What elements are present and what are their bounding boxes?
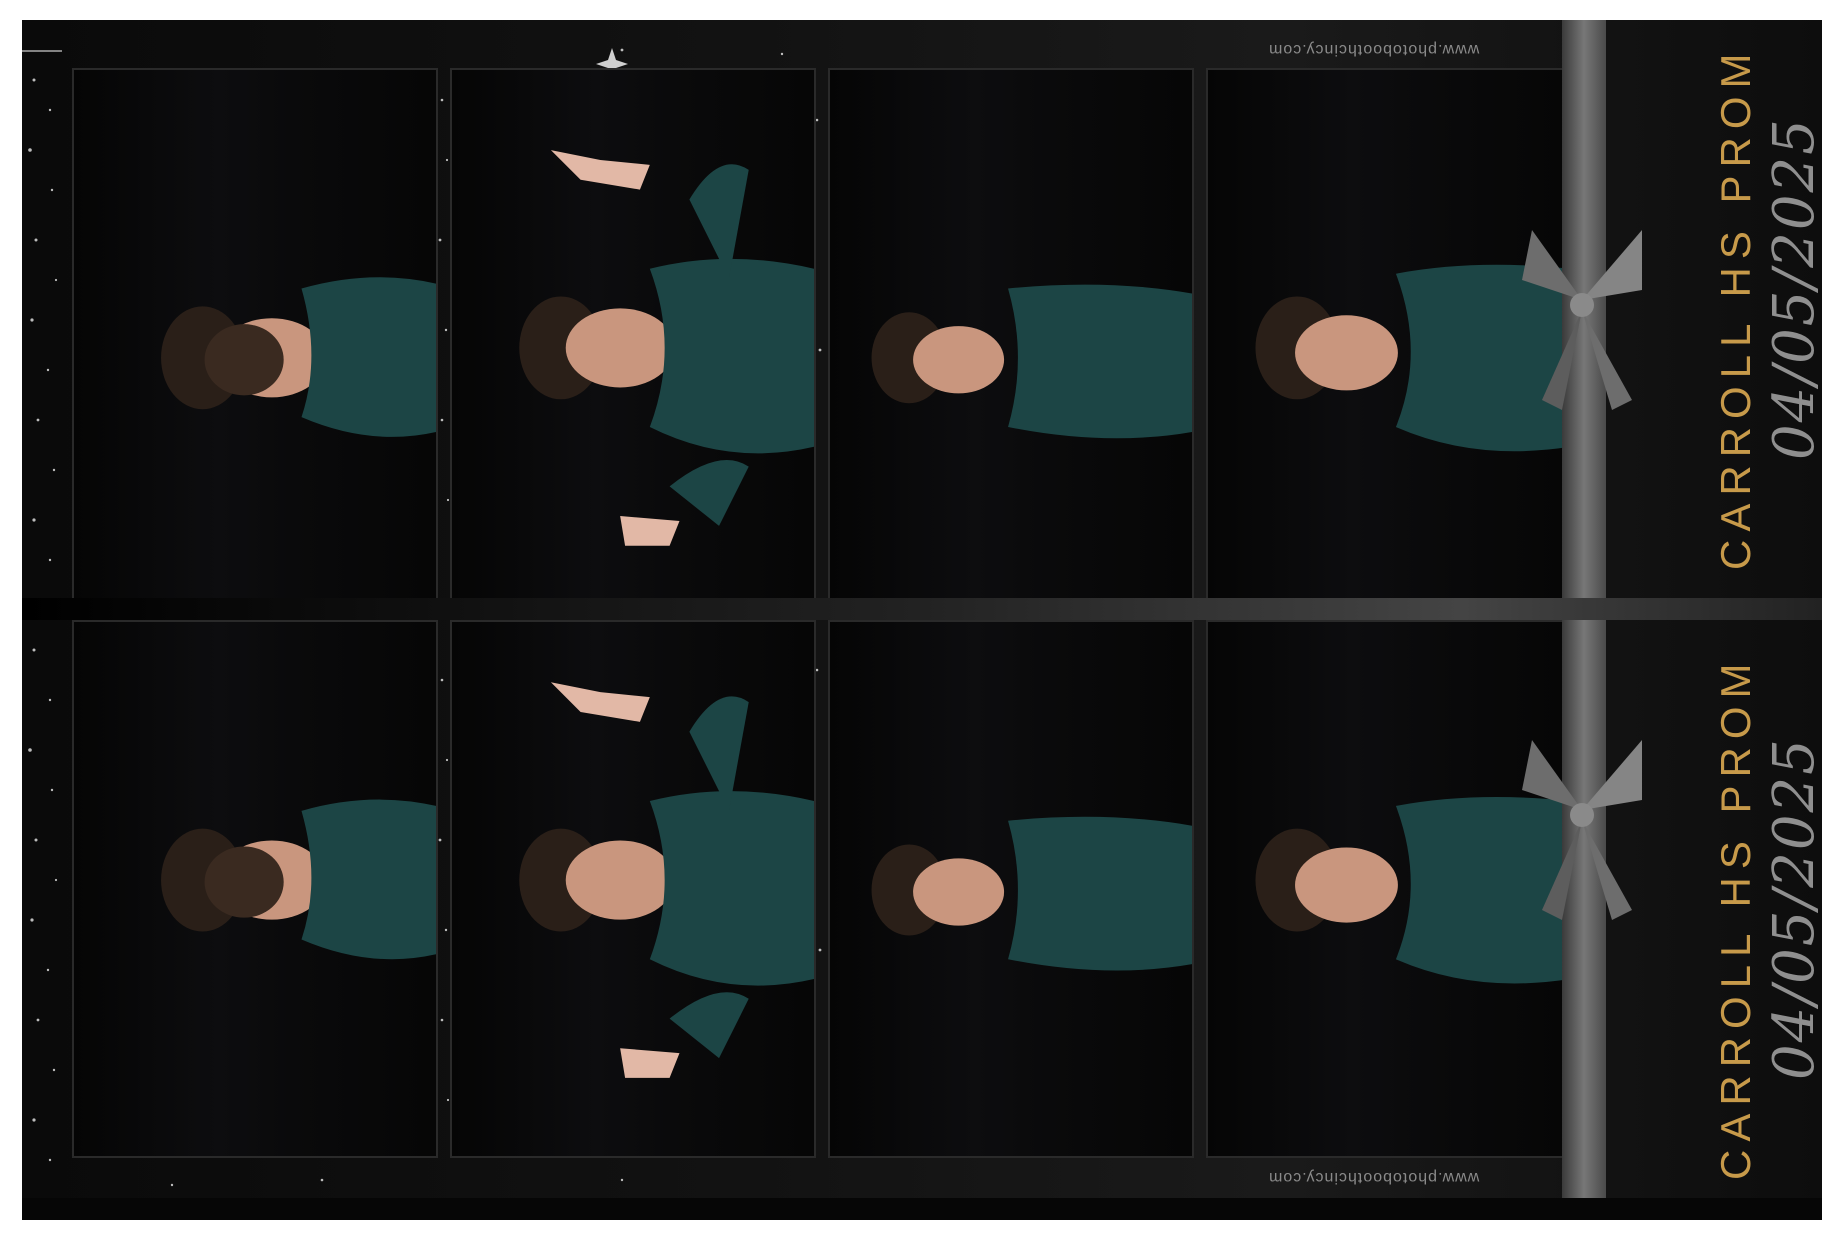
- person-waving-photo: [519, 150, 814, 546]
- event-date-top: 04/05/2025: [1762, 117, 1822, 460]
- bow-icon: [1522, 230, 1642, 410]
- person-smiling-photo: [161, 277, 436, 437]
- website-label-bottom: www.photoboothcincy.com: [1268, 1169, 1480, 1186]
- photo-frame-3: [828, 68, 1194, 598]
- photo-frame-7: [828, 620, 1194, 1158]
- photo-frame-1: [72, 68, 438, 598]
- photo-frame-2: [450, 68, 816, 598]
- person-smiling-photo: [161, 799, 436, 960]
- strip-divider: [22, 598, 1822, 620]
- photo-strip-top: www.photoboothcincy.com CARROLL HS PROM …: [22, 20, 1822, 598]
- bow-icon: [1522, 740, 1642, 920]
- person-waving-photo: [519, 682, 814, 1078]
- event-title-bottom: CARROLL HS PROM: [1712, 655, 1759, 1180]
- photo-strip-bottom: www.photoboothcincy.com CARROLL HS PROM …: [22, 620, 1822, 1198]
- person-smiling-photo: [871, 816, 1192, 971]
- event-date-bottom: 04/05/2025: [1762, 737, 1822, 1080]
- website-label-top: www.photoboothcincy.com: [1268, 41, 1480, 58]
- photo-frame-5: [72, 620, 438, 1158]
- photo-booth-sheet: www.photoboothcincy.com CARROLL HS PROM …: [22, 20, 1822, 1220]
- person-smiling-photo: [871, 284, 1192, 439]
- photo-frame-6: [450, 620, 816, 1158]
- event-title-top: CARROLL HS PROM: [1712, 45, 1759, 570]
